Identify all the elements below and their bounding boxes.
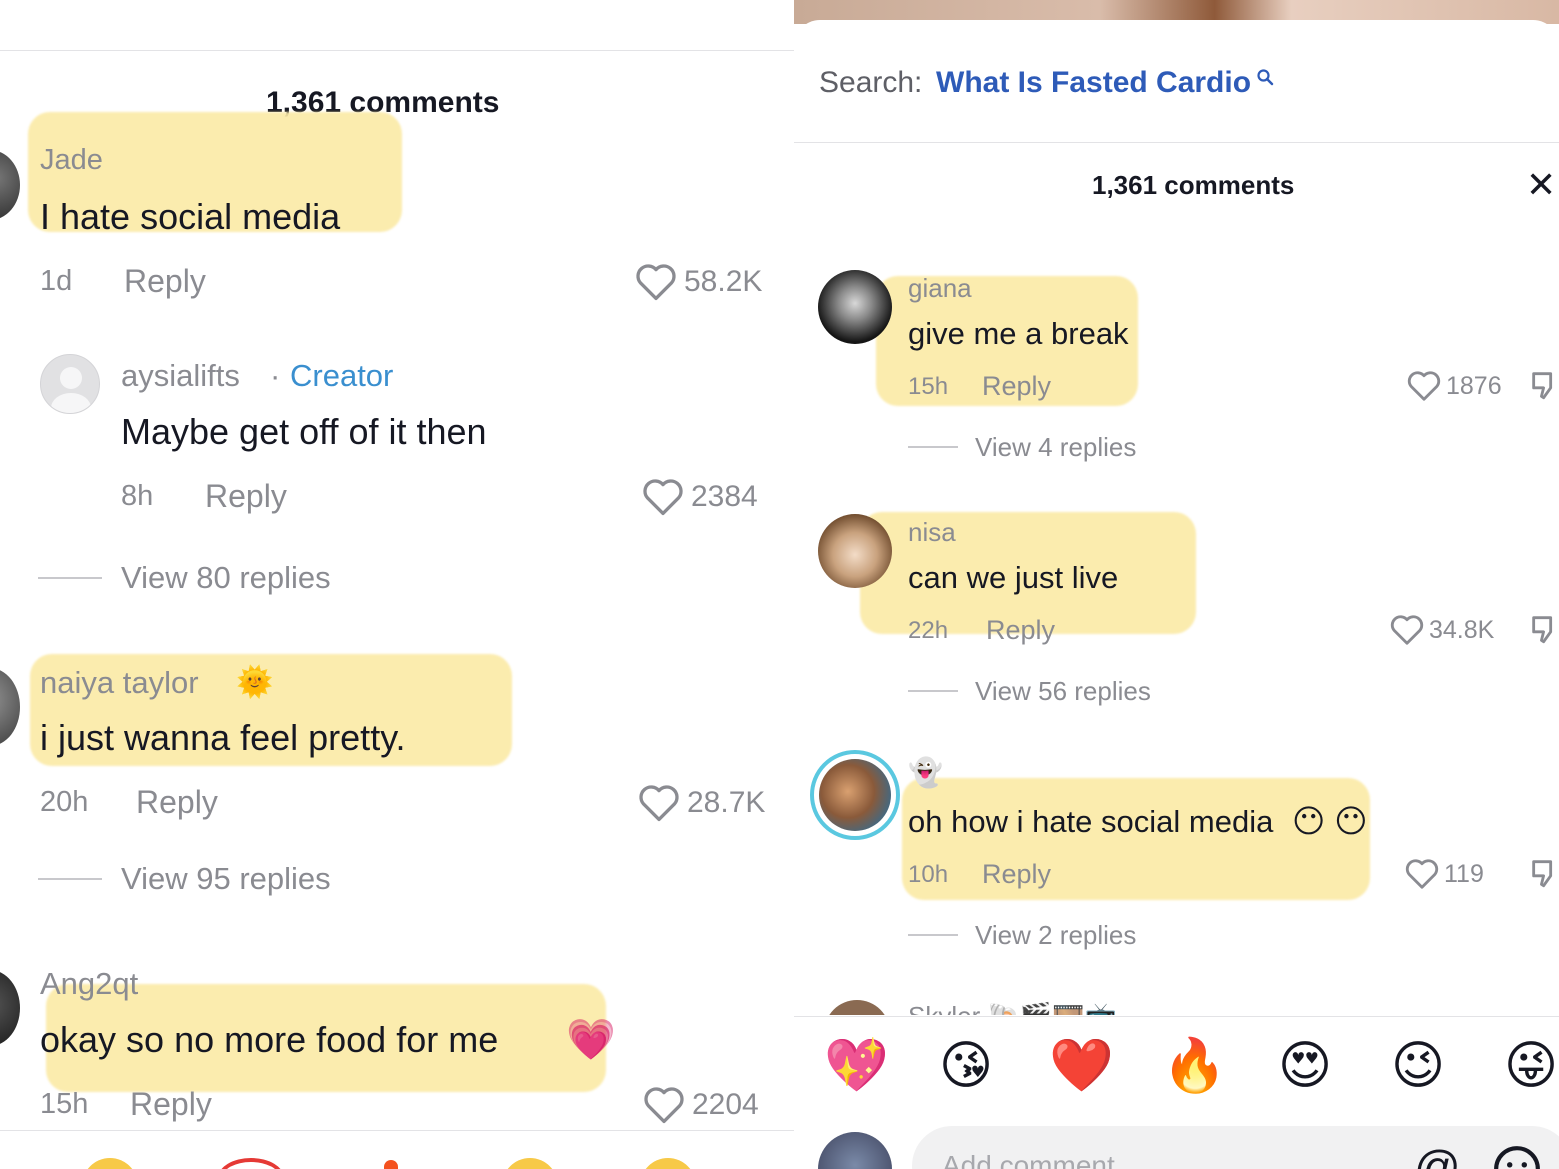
dislike-icon[interactable] bbox=[1528, 612, 1559, 646]
separator-dot: · bbox=[270, 358, 281, 393]
comment-text: I hate social media bbox=[40, 196, 341, 237]
avatar[interactable] bbox=[0, 970, 20, 1046]
emoji-kiss-face[interactable]: 😘 bbox=[936, 1040, 996, 1092]
bottom-divider bbox=[0, 1130, 794, 1131]
view-replies-button[interactable]: View 56 replies bbox=[975, 676, 1151, 707]
view-replies-button[interactable]: View 2 replies bbox=[975, 920, 1136, 951]
emoji-sparkling-heart[interactable]: 💖 bbox=[824, 1040, 889, 1092]
search-icon[interactable] bbox=[1256, 68, 1274, 86]
search-suggestion-link[interactable]: What Is Fasted Cardio bbox=[936, 66, 1251, 100]
reply-button[interactable]: Reply bbox=[130, 1086, 212, 1123]
like-count: 34.8K bbox=[1429, 616, 1495, 644]
comment-username[interactable]: Skyler 🐚🎬🎞️📺 bbox=[908, 1001, 1117, 1015]
comment-username[interactable]: Ang2qt bbox=[40, 966, 138, 1002]
comment-count-title: 1,361 comments bbox=[1092, 170, 1295, 200]
emoji-partial[interactable] bbox=[218, 1158, 284, 1169]
comment-text: can we just live bbox=[908, 560, 1119, 595]
comment-text: i just wanna feel pretty. bbox=[40, 717, 406, 758]
comment-timestamp: 22h bbox=[908, 617, 949, 644]
like-count: 1876 bbox=[1446, 372, 1502, 400]
heart-icon[interactable] bbox=[641, 475, 685, 517]
header-divider bbox=[794, 142, 1559, 143]
comment-text: oh how i hate social media bbox=[908, 804, 1274, 839]
comment-timestamp: 15h bbox=[908, 373, 949, 400]
avatar[interactable] bbox=[818, 514, 892, 588]
emoji-red-heart[interactable]: ❤️ bbox=[1049, 1040, 1114, 1092]
heart-icon[interactable] bbox=[1389, 612, 1425, 646]
like-count: 28.7K bbox=[687, 786, 766, 819]
ghost-emoji-username[interactable]: 👻 bbox=[908, 756, 943, 789]
reply-button[interactable]: Reply bbox=[982, 859, 1051, 890]
replies-divider bbox=[908, 934, 958, 936]
heart-icon[interactable] bbox=[1404, 856, 1440, 890]
next-comment-peek: Skyler 🐚🎬🎞️📺 bbox=[794, 995, 1559, 1015]
story-avatar[interactable] bbox=[810, 750, 900, 840]
emoji-wink[interactable]: 😉 bbox=[1388, 1040, 1448, 1092]
replies-divider bbox=[908, 690, 958, 692]
replies-divider bbox=[908, 446, 958, 448]
replies-divider bbox=[38, 878, 102, 880]
dislike-icon[interactable] bbox=[1528, 856, 1559, 890]
like-count: 2204 bbox=[692, 1088, 759, 1121]
face-emoji: 😶 😶 bbox=[1292, 803, 1368, 839]
top-divider bbox=[0, 50, 794, 51]
add-comment-placeholder: Add comment... bbox=[942, 1150, 1139, 1169]
comment-username[interactable]: naiya taylor bbox=[40, 665, 199, 701]
close-icon[interactable]: ✕ bbox=[1526, 164, 1556, 206]
emoji-bar-divider bbox=[794, 1016, 1559, 1017]
comment-username[interactable]: aysialifts bbox=[121, 358, 240, 394]
comment-username[interactable]: nisa bbox=[908, 517, 956, 548]
heart-icon[interactable] bbox=[1406, 368, 1442, 402]
like-count: 119 bbox=[1444, 860, 1484, 888]
emoji-partial[interactable] bbox=[82, 1158, 138, 1169]
search-label: Search: bbox=[819, 66, 923, 99]
emoji-picker-icon[interactable] bbox=[1492, 1144, 1542, 1169]
comment-text: give me a break bbox=[908, 316, 1129, 351]
comment-timestamp: 8h bbox=[121, 480, 154, 512]
emoji-heart-eyes[interactable]: 😍 bbox=[1275, 1040, 1335, 1092]
comment-timestamp: 15h bbox=[40, 1088, 89, 1120]
view-replies-button[interactable]: View 4 replies bbox=[975, 432, 1136, 463]
emoji-fire[interactable]: 🔥 bbox=[1162, 1040, 1227, 1092]
heart-emoji: 💗 bbox=[566, 1018, 616, 1062]
comment-text: okay so no more food for me bbox=[40, 1019, 499, 1060]
left-comments-panel: 1,361 comments Jade I hate social media … bbox=[0, 0, 794, 1169]
replies-divider bbox=[38, 577, 102, 579]
reply-button[interactable]: Reply bbox=[982, 371, 1051, 402]
comment-text: Maybe get off of it then bbox=[121, 411, 487, 452]
creator-badge: Creator bbox=[290, 358, 394, 393]
view-replies-button[interactable]: View 80 replies bbox=[121, 560, 331, 596]
avatar[interactable] bbox=[0, 668, 20, 746]
emoji-partial[interactable] bbox=[640, 1158, 696, 1169]
like-count: 58.2K bbox=[684, 265, 763, 298]
reply-button[interactable]: Reply bbox=[205, 478, 287, 515]
emoji-tongue-wink[interactable]: 😜 bbox=[1501, 1040, 1559, 1092]
reply-button[interactable]: Reply bbox=[124, 263, 206, 300]
comment-timestamp: 20h bbox=[40, 786, 89, 818]
reply-button[interactable]: Reply bbox=[986, 615, 1055, 646]
mention-icon[interactable]: @ bbox=[1414, 1140, 1461, 1169]
comment-timestamp: 1d bbox=[40, 265, 73, 297]
reply-button[interactable]: Reply bbox=[136, 784, 218, 821]
avatar[interactable] bbox=[824, 1000, 890, 1015]
emoji-partial[interactable] bbox=[384, 1160, 398, 1169]
right-comments-panel: Search: What Is Fasted Cardio 1,361 comm… bbox=[794, 0, 1559, 1169]
comment-username[interactable]: giana bbox=[908, 273, 972, 304]
comment-timestamp: 10h bbox=[908, 861, 949, 888]
comment-username[interactable]: Jade bbox=[40, 144, 103, 177]
heart-icon[interactable] bbox=[637, 781, 681, 823]
heart-icon[interactable] bbox=[642, 1083, 686, 1125]
like-count: 2384 bbox=[691, 480, 758, 513]
avatar[interactable] bbox=[818, 270, 892, 344]
emoji-partial[interactable] bbox=[502, 1158, 558, 1169]
add-comment-input[interactable]: Add comment... @ bbox=[912, 1126, 1559, 1169]
heart-icon[interactable] bbox=[634, 260, 678, 302]
sun-emoji: 🌞 bbox=[236, 666, 274, 699]
dislike-icon[interactable] bbox=[1528, 368, 1559, 402]
view-replies-button[interactable]: View 95 replies bbox=[121, 861, 331, 897]
avatar[interactable] bbox=[0, 150, 20, 220]
default-avatar[interactable] bbox=[40, 354, 100, 414]
